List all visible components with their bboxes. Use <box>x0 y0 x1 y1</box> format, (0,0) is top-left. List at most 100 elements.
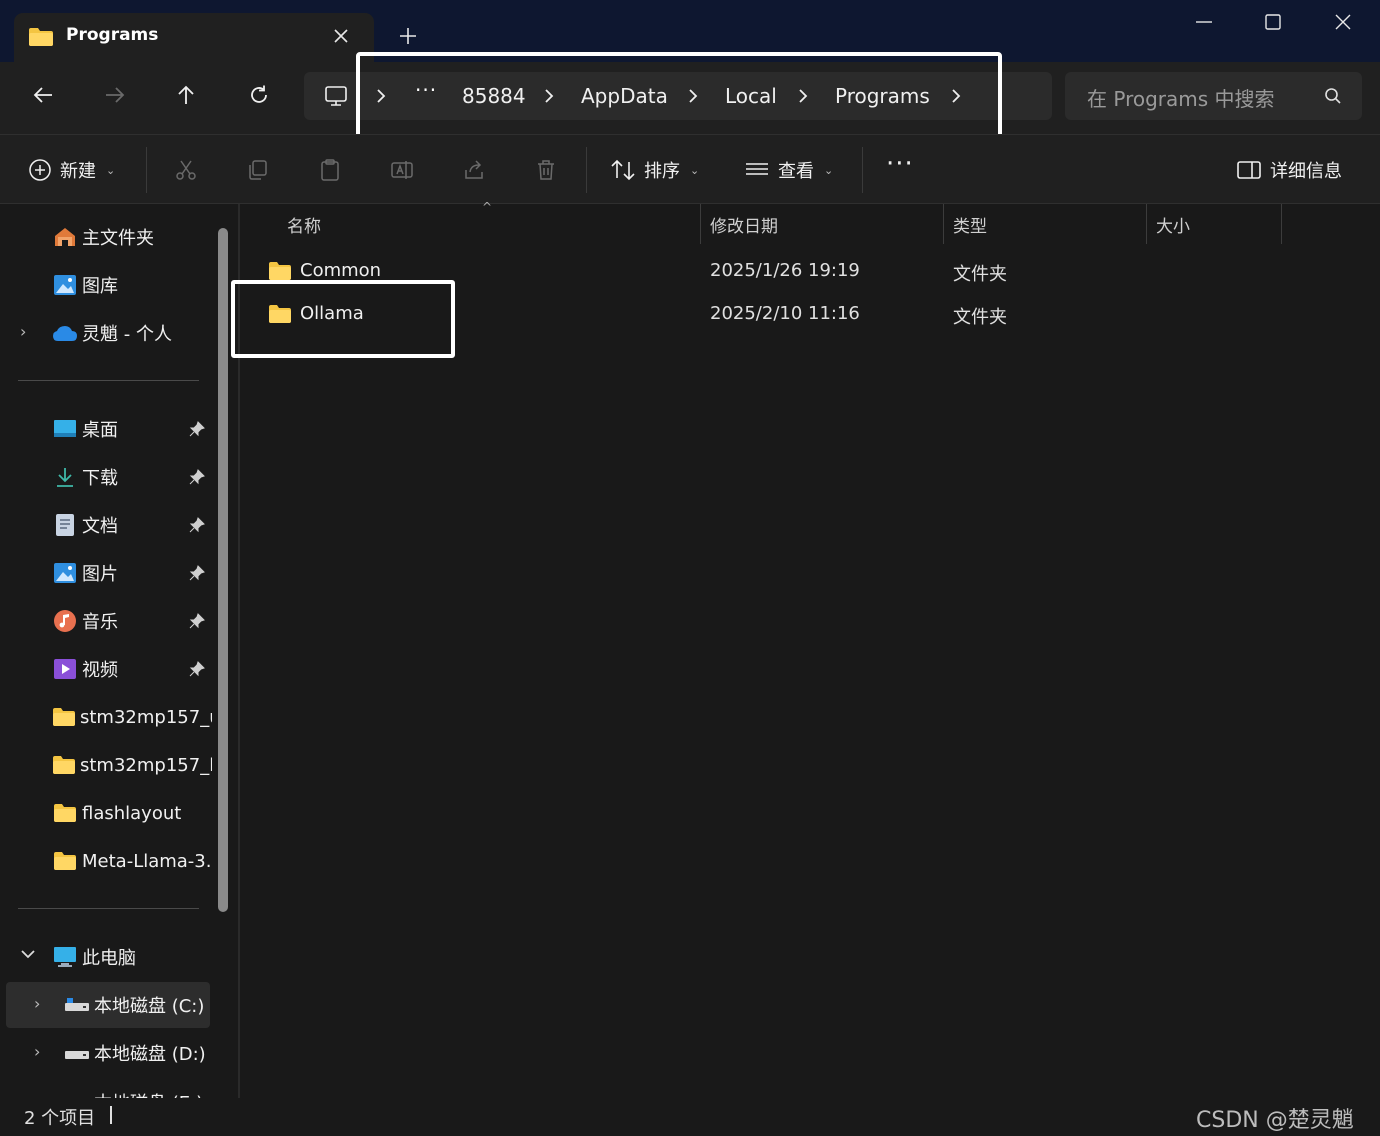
new-button[interactable]: 新建 ⌄ <box>28 157 115 183</box>
modified-date: 2025/2/10 11:16 <box>710 303 860 324</box>
chevron-down-icon: ⌄ <box>824 163 834 177</box>
column-divider[interactable] <box>943 204 944 244</box>
chevron-down-icon[interactable] <box>20 946 36 962</box>
desktop-icon <box>52 416 78 442</box>
sidebar-item-drive-e[interactable]: 本地磁盘 (E:) <box>64 1080 203 1098</box>
rename-icon[interactable] <box>390 158 414 182</box>
sidebar-item-label: 本地磁盘 (E:) <box>94 1089 203 1098</box>
maximize-icon[interactable] <box>1263 12 1283 32</box>
chevron-right-icon[interactable]: › <box>34 1042 40 1061</box>
view-label: 查看 <box>778 161 814 182</box>
drive-c-icon <box>64 992 90 1018</box>
sort-arrows-icon <box>610 158 636 182</box>
video-icon <box>52 656 78 682</box>
view-lines-icon <box>744 158 770 182</box>
sidebar-item-drive-c[interactable]: 本地磁盘 (C:) <box>64 983 204 1027</box>
sidebar-item-drive-d[interactable]: 本地磁盘 (D:) <box>64 1031 206 1075</box>
forward-arrow-icon[interactable] <box>104 84 126 106</box>
details-button[interactable]: 详细信息 <box>1236 157 1342 183</box>
sidebar-item-folder[interactable]: flashlayout <box>52 791 181 835</box>
column-header-name[interactable]: 名称 <box>287 212 321 237</box>
share-icon[interactable] <box>462 158 486 182</box>
sidebar-item-folder[interactable]: stm32mp157_u <box>52 695 212 739</box>
sidebar-clip: 本地磁盘 (E:) <box>0 1080 238 1098</box>
sidebar-item-music[interactable]: 音乐 <box>52 599 118 643</box>
up-arrow-icon[interactable] <box>175 84 197 106</box>
sidebar-item-folder[interactable]: stm32mp157_l <box>52 743 212 787</box>
minimize-icon[interactable] <box>1194 12 1214 32</box>
search-icon[interactable] <box>1323 86 1343 106</box>
sidebar-item-label: 灵魈 - 个人 <box>82 324 172 345</box>
sidebar-item-label: 视频 <box>82 660 118 681</box>
sidebar-item-label: 下载 <box>82 468 118 489</box>
sidebar-item-label: 本地磁盘 (C:) <box>94 996 205 1017</box>
column-divider[interactable] <box>1281 204 1282 244</box>
new-label: 新建 <box>60 161 96 182</box>
chevron-right-icon[interactable]: › <box>34 994 40 1013</box>
pin-icon[interactable] <box>189 469 205 485</box>
sort-button[interactable]: 排序 ⌄ <box>610 157 699 183</box>
plus-circle-icon <box>28 158 52 182</box>
delete-icon[interactable] <box>534 158 558 182</box>
pin-icon[interactable] <box>189 517 205 533</box>
sidebar-item-this-pc[interactable]: 此电脑 <box>52 935 136 979</box>
folder-icon <box>52 752 76 778</box>
file-type: 文件夹 <box>953 307 1007 328</box>
sidebar-item-label: 图片 <box>82 564 118 585</box>
document-icon <box>52 512 78 538</box>
status-divider <box>110 1106 112 1124</box>
chevron-right-icon[interactable]: › <box>20 322 26 341</box>
cut-icon[interactable] <box>174 158 198 182</box>
new-tab-plus-icon[interactable] <box>398 26 418 46</box>
computer-icon[interactable] <box>324 84 348 108</box>
sidebar-item-documents[interactable]: 文档 <box>52 503 118 547</box>
view-button[interactable]: 查看 ⌄ <box>744 157 833 183</box>
search-box[interactable]: 在 Programs 中搜索 <box>1065 72 1362 120</box>
sidebar-item-downloads[interactable]: 下载 <box>52 455 118 499</box>
sidebar-item-videos[interactable]: 视频 <box>52 647 118 691</box>
folder-icon <box>52 704 76 730</box>
back-arrow-icon[interactable] <box>32 84 54 106</box>
sidebar-item-gallery[interactable]: 图库 <box>52 263 118 307</box>
column-header-type[interactable]: 类型 <box>953 212 987 237</box>
sidebar-item-label: 文档 <box>82 516 118 537</box>
column-header-size[interactable]: 大小 <box>1156 212 1190 237</box>
this-pc-icon <box>52 944 78 970</box>
column-header-modified[interactable]: 修改日期 <box>710 212 778 237</box>
paste-icon[interactable] <box>318 158 342 182</box>
sidebar-item-label: 此电脑 <box>82 948 136 969</box>
column-divider[interactable] <box>1146 204 1147 244</box>
sort-ascending-icon: ^ <box>482 200 493 214</box>
toolbar-divider <box>862 147 863 193</box>
music-icon <box>52 608 78 634</box>
more-options-icon[interactable]: ··· <box>886 149 914 179</box>
download-icon <box>52 464 78 490</box>
pin-icon[interactable] <box>189 421 205 437</box>
sidebar-item-label: 主文件夹 <box>82 228 154 249</box>
copy-icon[interactable] <box>246 158 270 182</box>
sidebar-item-pictures[interactable]: 图片 <box>52 551 118 595</box>
details-pane-icon <box>1236 159 1262 181</box>
sidebar-item-onedrive[interactable]: 灵魈 - 个人 <box>52 311 172 355</box>
toolbar-divider <box>146 147 147 193</box>
pin-icon[interactable] <box>189 661 205 677</box>
pin-icon[interactable] <box>189 565 205 581</box>
sidebar-item-home[interactable]: 主文件夹 <box>52 215 154 259</box>
file-name[interactable]: Common <box>300 260 381 281</box>
details-label: 详细信息 <box>1270 161 1342 182</box>
active-tab[interactable]: Programs <box>14 13 374 69</box>
sidebar-item-desktop[interactable]: 桌面 <box>52 407 118 451</box>
sidebar-scrollbar[interactable] <box>218 228 228 912</box>
pictures-icon <box>52 560 78 586</box>
column-divider[interactable] <box>700 204 701 244</box>
pin-icon[interactable] <box>189 613 205 629</box>
sidebar-item-label: 图库 <box>82 276 118 297</box>
chevron-down-icon: ⌄ <box>106 163 116 177</box>
refresh-icon[interactable] <box>248 84 270 106</box>
sidebar-item-folder[interactable]: Meta-Llama-3. <box>52 839 212 883</box>
window-close-icon[interactable] <box>1333 12 1353 32</box>
close-tab-icon[interactable] <box>332 27 350 45</box>
sidebar-divider <box>18 380 199 381</box>
search-placeholder[interactable]: 在 Programs 中搜索 <box>1087 83 1275 112</box>
sidebar-item-label: flashlayout <box>82 802 182 824</box>
